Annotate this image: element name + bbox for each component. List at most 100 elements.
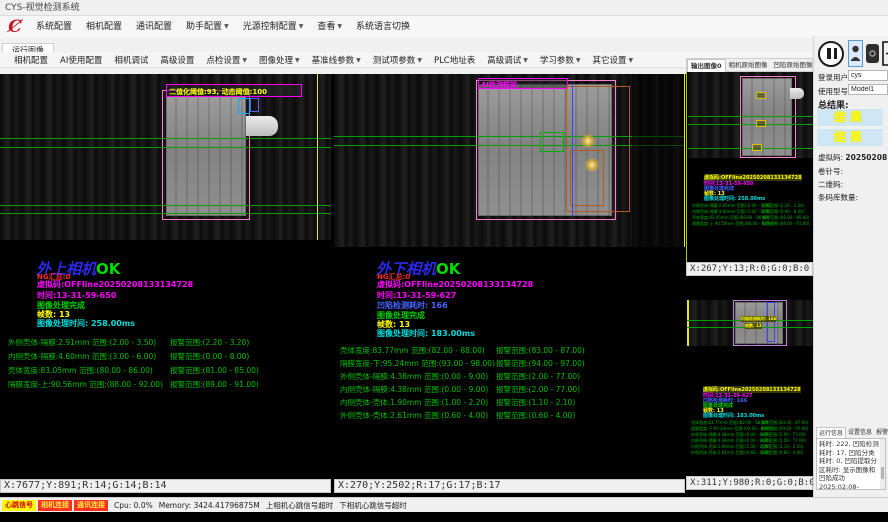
tab-settings-info[interactable]: 设置信息 (846, 427, 874, 438)
baseline-overlay (688, 124, 814, 125)
tool-camera-debug[interactable]: 相机调试 (108, 54, 154, 66)
alarm-range: 报警范围:(83.00 - 87.00) (496, 345, 585, 356)
model-label: 使用型号: (818, 86, 851, 97)
chevron-down-icon: ▼ (523, 57, 528, 64)
image-shadow (632, 74, 685, 247)
tool-baseline-params[interactable]: 基准线参数▼ (306, 54, 367, 66)
threshold-label-box: 二值化阈值:93, 动态阈值:100 (166, 84, 302, 97)
virtual-code-value: 20250208 (845, 153, 887, 162)
roi-box-overlay (540, 132, 564, 152)
tab-output-image[interactable]: 输出图像0 (687, 59, 726, 72)
camera-icon (866, 44, 879, 63)
menu-camera-config[interactable]: 相机配置 (79, 16, 129, 38)
yellow-guide-line (317, 74, 318, 240)
left-camera-image[interactable]: 二值化阈值:93, 动态阈值:100 (0, 74, 331, 240)
alarm-range: 报警范围:(89.00 - 91.00) (170, 379, 259, 390)
menu-language-switch[interactable]: 系统语言切换 (349, 16, 417, 38)
memory-usage: Memory: 3424.41796875M (159, 501, 260, 510)
tool-advanced-settings[interactable]: 高级设置 (154, 54, 200, 66)
mini-alarm: 报警范围:(0.60 - 4.00) (761, 450, 803, 456)
tab-camera-raw-image[interactable]: 相机原始图像 (726, 59, 771, 71)
ai-overlay-text: AI检测框架 (481, 80, 517, 90)
side-image-tabs: 输出图像0 相机原始图像 凹陷原始图像 (686, 58, 813, 72)
blue-guide-line (572, 84, 573, 216)
mini-panel-top[interactable]: 外上相机OK 虚拟码:OFFline20250208133134728 时间:1… (686, 72, 814, 262)
menu-view[interactable]: 查看▼ (310, 16, 349, 38)
result-box-lower: 结果 (817, 129, 883, 146)
mini-panel-bottom[interactable]: 凹陷检测耗时: 166 帧数: 13 外下相机OK 虚拟码:OFFline202… (686, 276, 813, 476)
mini-bottom-image: 凹陷检测耗时: 166 帧数: 13 (687, 300, 813, 346)
tool-advanced-debug[interactable]: 高级调试▼ (481, 54, 534, 66)
middle-coords-bar: X:270;Y:2502;R:17;G:17;B:17 (334, 479, 685, 493)
tool-learning-params[interactable]: 学习参数▼ (534, 54, 587, 66)
exit-button[interactable] (882, 40, 888, 67)
defect-highlight (584, 158, 600, 172)
app-logo-icon: Ȼ (4, 17, 26, 37)
yellow-guide-line (687, 300, 689, 346)
log-scroll-thumb[interactable] (881, 467, 884, 479)
alarm-range: 报警范围:(2.00 - 77.00) (496, 384, 580, 395)
chevron-down-icon: ▼ (576, 57, 581, 64)
process-time-line: 图像处理时间: 258.00ms (37, 318, 135, 329)
alarm-range: 报警范围:(0.00 - 8.00) (170, 351, 249, 362)
control-panel: 登录用户: 使用型号: 总结果: 结果 结果 虚拟码: 20250208 卷针号… (813, 36, 888, 497)
tab-alarm-info[interactable]: 报警信息 (874, 427, 888, 438)
detection-box-overlay (740, 76, 796, 158)
tab-defect-raw-image[interactable]: 凹陷原始图像 (771, 59, 816, 71)
baseline-overlay (0, 213, 331, 214)
comm-link-badge: 通讯连接 (74, 500, 108, 511)
tool-plc-address[interactable]: PLC地址表 (428, 54, 481, 66)
chevron-down-icon: ▼ (417, 57, 422, 64)
log-scrollbar[interactable] (880, 439, 885, 489)
mini-top-image (688, 72, 814, 158)
baseline-overlay (0, 205, 331, 206)
model-field[interactable] (848, 84, 888, 95)
measurement-row: 外侧壳体-隔膜:4.38mm 范围:(0.00 - 9.00) (340, 371, 488, 382)
cpu-usage: Cpu: 0.0% (114, 501, 153, 510)
exit-door-icon (882, 40, 888, 67)
menu-assistant-config[interactable]: 助手配置▼ (179, 16, 236, 38)
tool-camera-config[interactable]: 相机配置 (8, 54, 54, 66)
menu-light-config[interactable]: 光源控制配置▼ (236, 16, 311, 38)
login-user-label: 登录用户: (818, 72, 851, 83)
heartbeat-badge: 心跳信号 (2, 500, 36, 511)
tool-ai-config[interactable]: AI使用配置 (54, 54, 108, 66)
result-box-upper: 结果 (817, 109, 883, 126)
chevron-down-icon: ▼ (242, 57, 247, 64)
yellow-guide-line (684, 74, 685, 247)
alarm-range: 报警范围:(2.20 - 3.20) (170, 337, 249, 348)
threshold-overlay-text: 二值化阈值:93, 动态阈值:100 (169, 87, 267, 97)
run-log[interactable]: 耗时: 222, 凹陷检测耗时: 17, 凹陷分类耗时: 0, 凹陷提取分区耗时… (816, 438, 886, 490)
barcode-line: 虚拟码:OFFline20250208133134728 (37, 279, 193, 290)
virtual-code-label: 虚拟码: 20250208 (818, 152, 887, 163)
log-text: 耗时: 222, 凹陷检测耗时: 17, 凹陷分类耗时: 0, 凹陷提取分区耗时… (819, 440, 879, 490)
alarm-range: 报警范围:(81.00 - 85.00) (170, 365, 259, 376)
pause-button[interactable] (818, 41, 844, 67)
mini-overlay-text: 帧数: 13 (745, 323, 762, 329)
alarm-range: 报警范围:(2.00 - 77.00) (496, 371, 580, 382)
mini-measurement: 外侧壳体-壳体:2.61mm 范围:(0.60 - 4.00) (691, 450, 770, 456)
tool-test-params[interactable]: 测试项参数▼ (367, 54, 428, 66)
measure-marker (756, 92, 766, 99)
alarm-range: 报警范围:(0.60 - 4.00) (496, 410, 575, 421)
qrcode-label: 二维码: (818, 179, 843, 190)
baseline-overlay (688, 148, 814, 149)
measurement-row: 壳体宽度:83.05mm 范围:(80.00 - 86.00) (8, 365, 153, 376)
login-user-field[interactable] (848, 70, 888, 81)
camera-mode-button[interactable] (866, 44, 879, 63)
menu-comm-config[interactable]: 通讯配置 (129, 16, 179, 38)
pause-icon (827, 48, 831, 59)
tool-spotcheck-settings[interactable]: 点检设置▼ (200, 54, 253, 66)
chevron-down-icon: ▼ (299, 23, 304, 30)
baseline-overlay (688, 116, 814, 117)
defect-highlight (580, 134, 596, 148)
operator-mode-button[interactable] (848, 40, 863, 67)
measurement-row: 隔膜宽度-上:90.56mm 范围:(88.00 - 92.00) (8, 379, 163, 390)
measurement-row: 内侧壳体-隔膜:4.38mm 范围:(0.00 - 9.00) (340, 384, 488, 395)
tool-image-processing[interactable]: 图像处理▼ (253, 54, 306, 66)
measure-marker (752, 144, 762, 151)
tool-other-settings[interactable]: 其它设置▼ (587, 54, 640, 66)
middle-camera-image[interactable]: AI检测框架 (334, 74, 685, 247)
menu-system-config[interactable]: 系统配置 (29, 16, 79, 38)
chevron-down-icon: ▼ (224, 23, 229, 30)
